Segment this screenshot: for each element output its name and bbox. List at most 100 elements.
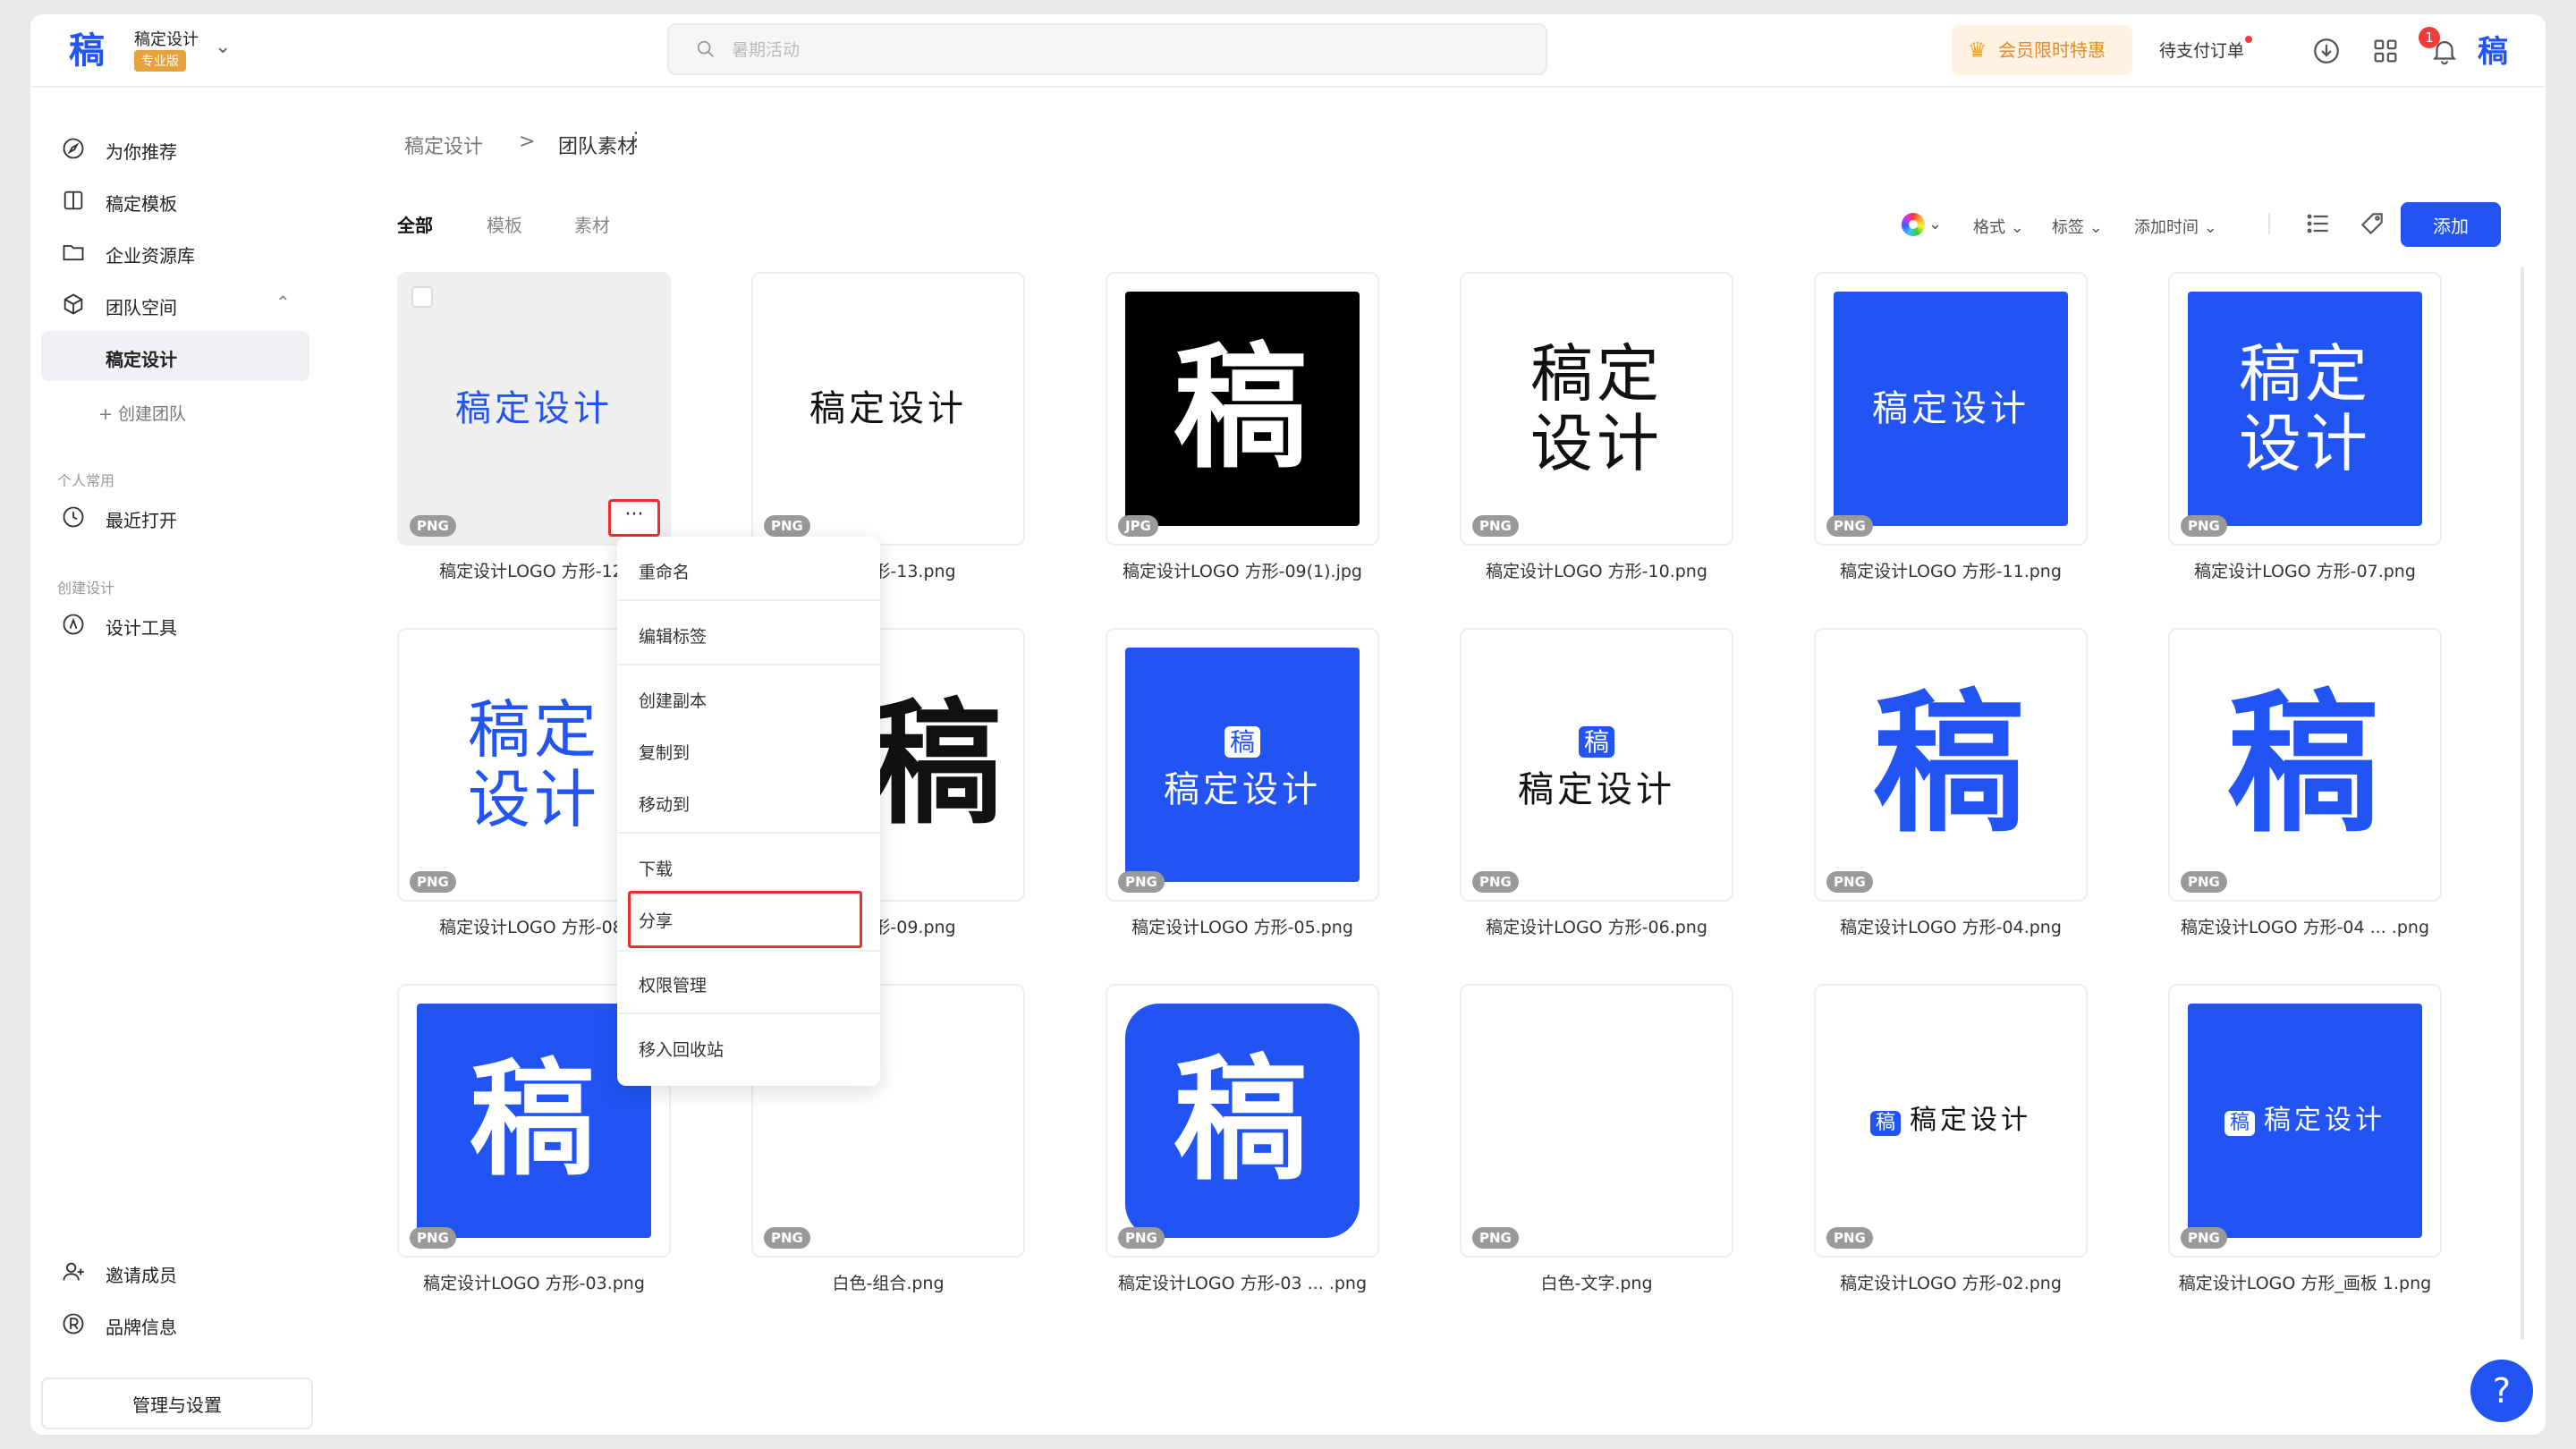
breadcrumb-current: 团队素材	[558, 136, 638, 158]
tag-filter[interactable]: 标签 ⌄	[2052, 215, 2103, 238]
asset-filename[interactable]: 稿定设计LOGO 方形-03.png	[397, 1270, 671, 1294]
sidebar-item-enterprise-library[interactable]: 企业资源库	[41, 227, 309, 277]
menu-item-download[interactable]: 下载	[617, 850, 880, 889]
asset-card[interactable]: 稿定 设计 PNG	[2168, 272, 2442, 546]
asset-filename[interactable]: 稿定设计LOGO 方形-10.png	[1460, 558, 1733, 582]
asset-preview-label: 稿	[1173, 331, 1311, 487]
brand-name[interactable]: 稿定设计	[134, 27, 199, 50]
file-type-badge: JPG	[1118, 515, 1158, 537]
asset-filename[interactable]: 稿定设计LOGO 方形-07.png	[2168, 558, 2442, 582]
chevron-up-icon[interactable]: ⌃	[275, 292, 291, 313]
sidebar-item-design-tools[interactable]: 设计工具	[41, 599, 309, 649]
asset-filename[interactable]: 稿定设计LOGO 方形-03 ... .png	[1106, 1270, 1379, 1294]
search-bar[interactable]	[667, 23, 1547, 75]
file-type-badge: PNG	[410, 515, 456, 537]
account-avatar[interactable]: 稿	[2478, 34, 2508, 70]
asset-card[interactable]: 稿 PNG	[1814, 628, 2088, 902]
menu-item-duplicate[interactable]: 创建副本	[617, 682, 880, 721]
asset-card[interactable]: 稿 JPG	[1106, 272, 1379, 546]
more-vertical-icon[interactable]: ⋮	[626, 129, 646, 151]
breadcrumb-root[interactable]: 稿定设计	[404, 131, 483, 159]
asset-preview-label: 稿定设计	[455, 387, 613, 429]
file-type-badge: PNG	[2181, 871, 2227, 893]
sidebar-item-templates[interactable]: 稿定模板	[41, 175, 309, 225]
menu-divider	[617, 599, 880, 601]
registered-icon	[63, 1313, 84, 1335]
tab-templates[interactable]: 模板	[487, 211, 522, 237]
add-button[interactable]: 添加	[2401, 202, 2501, 247]
asset-card[interactable]: 稿定设计 PNG	[1814, 272, 2088, 546]
menu-item-copy-to[interactable]: 复制到	[617, 733, 880, 773]
asset-card[interactable]: 稿稿定设计 PNG	[1460, 628, 1733, 902]
asset-preview-label: 稿定设计	[1872, 387, 2029, 429]
vip-promo-button[interactable]: ♛ 会员限时特惠	[1952, 25, 2132, 75]
color-filter-icon[interactable]	[1902, 213, 1925, 236]
asset-filename[interactable]: 稿定设计LOGO 方形-06.png	[1460, 914, 1733, 938]
asset-filename[interactable]: 稿定设计LOGO 方形-05.png	[1106, 914, 1379, 938]
brand-logo[interactable]: 稿	[66, 30, 107, 72]
asset-filename[interactable]: 稿定设计LOGO 方形-04.png	[1814, 914, 2088, 938]
asset-filename[interactable]: 白色-组合.png	[751, 1270, 1025, 1294]
asset-card[interactable]: 稿 PNG	[1106, 984, 1379, 1258]
pending-orders-link[interactable]: 待支付订单	[2159, 38, 2244, 62]
menu-item-move-to-trash[interactable]: 移入回收站	[617, 1030, 880, 1070]
design-tool-icon	[63, 614, 84, 635]
sidebar-item-invite[interactable]: 邀请成员	[41, 1247, 309, 1297]
menu-item-rename[interactable]: 重命名	[617, 553, 880, 592]
search-input[interactable]	[732, 34, 1519, 66]
sidebar-item-gaoding-team[interactable]: 稿定设计	[41, 331, 309, 381]
chevron-down-icon[interactable]: ⌄	[215, 36, 231, 58]
asset-card[interactable]: 稿 PNG	[2168, 628, 2442, 902]
menu-item-edit-tags[interactable]: 编辑标签	[617, 617, 880, 657]
context-menu: 重命名 编辑标签 创建副本 复制到 移动到 下载 分享 权限管理 移入回收站	[617, 537, 880, 1086]
asset-filename[interactable]: 稿定设计LOGO 方形-11.png	[1814, 558, 2088, 582]
menu-divider	[617, 664, 880, 665]
help-button[interactable]: ?	[2470, 1360, 2533, 1422]
tab-materials[interactable]: 素材	[574, 211, 610, 237]
download-icon[interactable]	[2311, 36, 2342, 66]
file-type-badge: PNG	[2181, 1227, 2227, 1249]
create-team-link[interactable]: + 创建团队	[98, 401, 186, 425]
file-type-badge: PNG	[1826, 515, 1873, 537]
select-checkbox[interactable]	[411, 286, 433, 308]
asset-card[interactable]: 稿稿定设计 PNG	[2168, 984, 2442, 1258]
apps-grid-icon[interactable]	[2370, 36, 2401, 66]
sidebar-item-recommend[interactable]: 为你推荐	[41, 123, 309, 174]
file-type-badge: PNG	[2181, 515, 2227, 537]
file-type-badge: PNG	[410, 1227, 456, 1249]
sidebar-item-label: 为你推荐	[106, 141, 177, 163]
menu-item-permissions[interactable]: 权限管理	[617, 966, 880, 1005]
asset-preview-text: 稿	[1834, 648, 2068, 882]
sidebar-item-team-space[interactable]: 团队空间 ⌃	[41, 279, 309, 329]
asset-filename[interactable]: 白色-文字.png	[1460, 1270, 1733, 1294]
scrollbar[interactable]	[2521, 267, 2524, 1340]
tab-all[interactable]: 全部	[397, 211, 433, 237]
format-filter[interactable]: 格式 ⌄	[1973, 215, 2024, 238]
asset-card[interactable]: 稿定 设计 PNG	[1460, 272, 1733, 546]
list-view-icon[interactable]	[2304, 209, 2333, 238]
asset-preview-text: 稿	[417, 1004, 651, 1238]
asset-filename[interactable]: 稿定设计LOGO 方形-04 ... .png	[2168, 914, 2442, 938]
asset-thumbnail: 稿定设计	[417, 292, 651, 526]
asset-preview-label: 稿定设计	[809, 387, 967, 429]
menu-item-move-to[interactable]: 移动到	[617, 785, 880, 825]
asset-card[interactable]: 稿定设计 PNG	[751, 272, 1025, 546]
tag-icon[interactable]	[2358, 209, 2386, 238]
asset-card[interactable]: 稿稿定设计 PNG	[1814, 984, 2088, 1258]
asset-filename[interactable]: 稿定设计LOGO 方形_画板 1.png	[2168, 1270, 2442, 1294]
asset-card[interactable]: 稿定设计 PNG ···	[397, 272, 671, 546]
asset-preview-text: 稿	[2188, 648, 2422, 882]
sidebar-item-brand-info[interactable]: 品牌信息	[41, 1299, 309, 1349]
asset-filename[interactable]: 稿定设计LOGO 方形-09(1).jpg	[1106, 558, 1379, 582]
asset-card[interactable]: PNG	[1460, 984, 1733, 1258]
asset-thumbnail: 稿	[1125, 1004, 1360, 1238]
sidebar-item-recent[interactable]: 最近打开	[41, 492, 309, 542]
menu-divider	[617, 950, 880, 952]
asset-card[interactable]: 稿稿定设计 PNG	[1106, 628, 1379, 902]
file-type-badge: PNG	[1472, 515, 1519, 537]
manage-settings-button[interactable]: 管理与设置	[41, 1377, 313, 1429]
asset-filename[interactable]: 稿定设计LOGO 方形-02.png	[1814, 1270, 2088, 1294]
more-options-button[interactable]: ···	[608, 499, 660, 537]
time-sort[interactable]: 添加时间 ⌄	[2134, 215, 2217, 238]
breadcrumb-separator: >	[519, 131, 536, 153]
